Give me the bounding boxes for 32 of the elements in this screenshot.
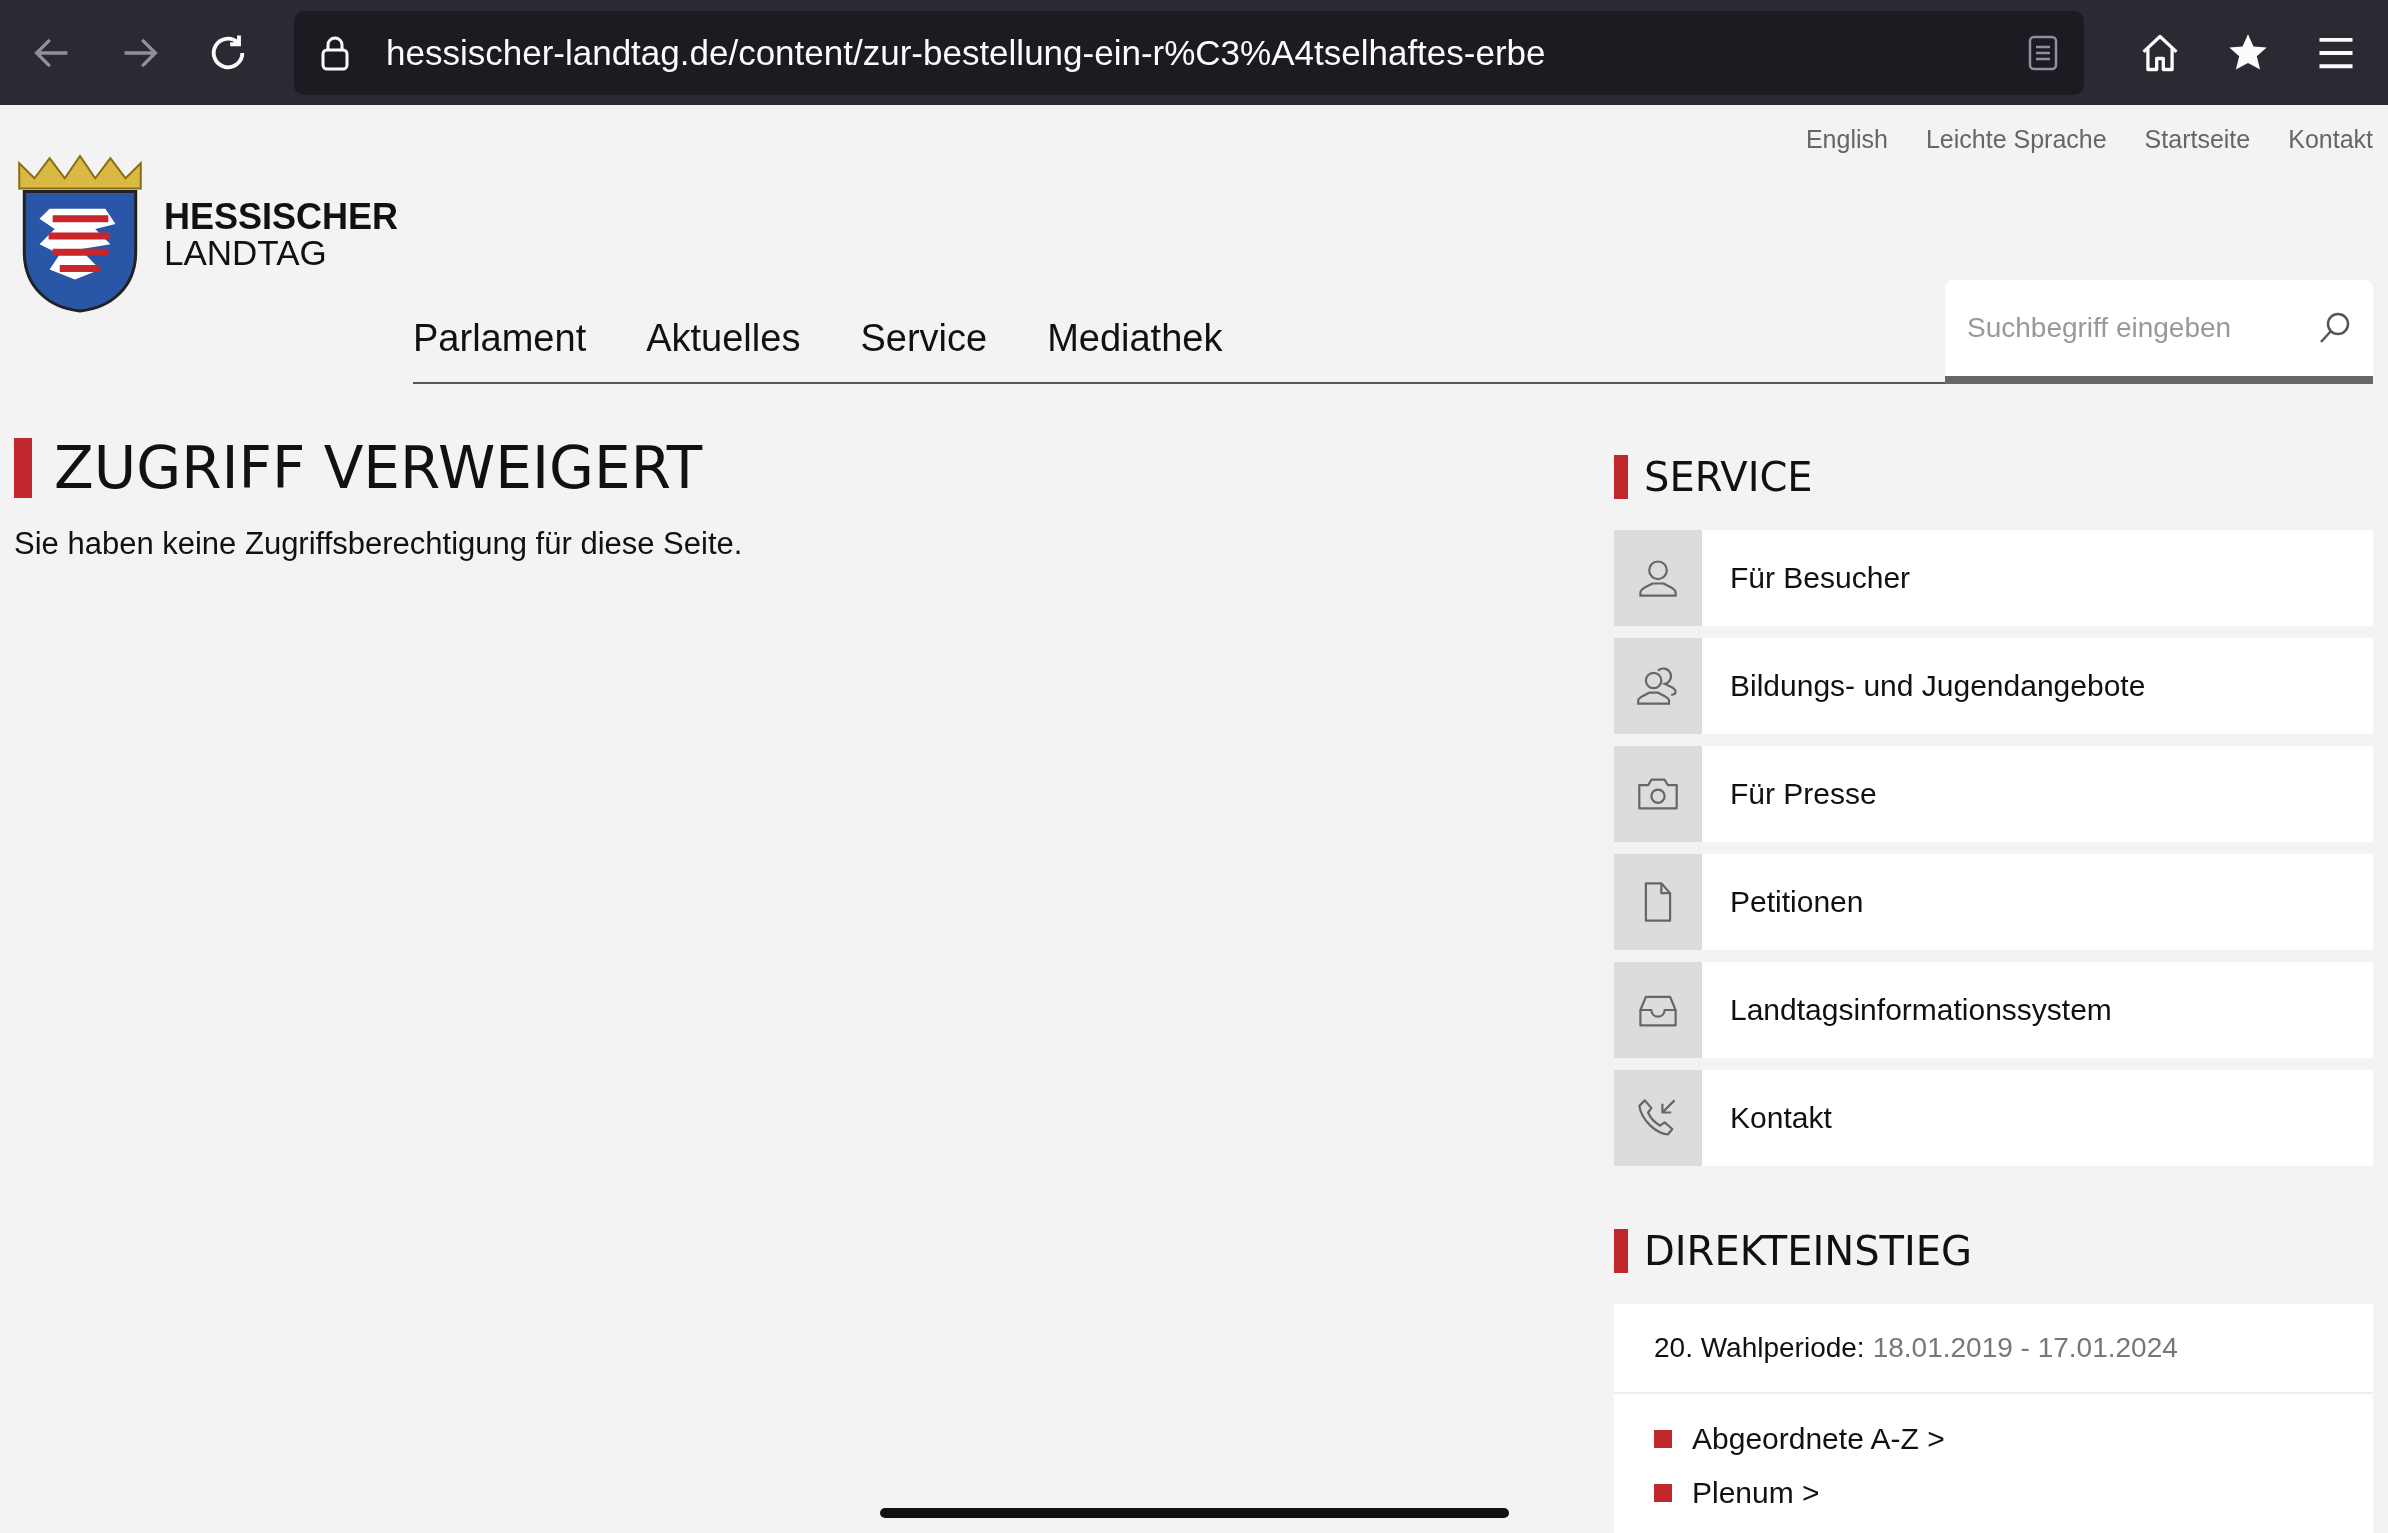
bullet-icon [1654, 1430, 1672, 1448]
logo-subtitle[interactable]: LANDTAG [164, 234, 399, 270]
nav-link[interactable]: Service [860, 317, 988, 360]
sidebar-menu-item[interactable]: Für Besucher [1614, 530, 2373, 626]
sidebar-menu-item[interactable]: Kontakt [1614, 1070, 2373, 1166]
sidebar-menu-item[interactable]: Petitionen [1614, 854, 2373, 950]
utility-link[interactable]: English [1805, 125, 1888, 154]
nav-link[interactable]: Parlament [413, 317, 587, 360]
logo-title[interactable]: HESSISCHER [164, 198, 399, 235]
nav-link[interactable]: Aktuelles [646, 317, 801, 360]
direct-link[interactable]: Abgeordnete A-Z > [1692, 1422, 1945, 1456]
search-field[interactable]: Suchbegriff eingeben [1965, 311, 2307, 345]
page-title: ZUGRIFF VERWEIGERT [14, 434, 703, 502]
search-bar[interactable]: Suchbegriff eingeben [1945, 280, 2373, 384]
reader-view-icon[interactable] [2028, 33, 2058, 72]
address-bar[interactable]: hessischer-landtag.de/content/zur-bestellung-ein-r%C3%A4tselhaftes-erbe [294, 10, 2084, 95]
sidebar-menu-item[interactable]: Landtagsinformationssystem [1614, 962, 2373, 1058]
utility-link[interactable]: Startseite [2144, 125, 2251, 154]
section-title: DIREKTEINSTIEG [1614, 1228, 1973, 1274]
sidebar-menu-item[interactable]: Für Presse [1614, 746, 2373, 842]
bullet-icon [1654, 1484, 1672, 1502]
utility-link[interactable]: Kontakt [2288, 125, 2373, 154]
error-message: Sie haben keine Zugriffsberechtigung für diese Seite. [14, 526, 744, 562]
direct-link[interactable]: Plenum > [1692, 1476, 1820, 1510]
nav-link[interactable]: Mediathek [1047, 317, 1223, 360]
period-dates: 18.01.2019 - 17.01.2024 [1872, 1332, 2178, 1363]
utility-link[interactable]: Leichte Sprache [1925, 125, 2107, 154]
url-text: hessischer-landtag.de/content/zur-bestellung-ein-r%C3%A4tselhaftes-erbe [386, 32, 1547, 73]
people-icon [1636, 664, 1680, 708]
period-label: 20. Wahlperiode: [1654, 1332, 1865, 1363]
section-title: SERVICE [1614, 454, 1813, 500]
sidebar-menu-item[interactable]: Bildungs- und Jugendangebote [1614, 638, 2373, 734]
